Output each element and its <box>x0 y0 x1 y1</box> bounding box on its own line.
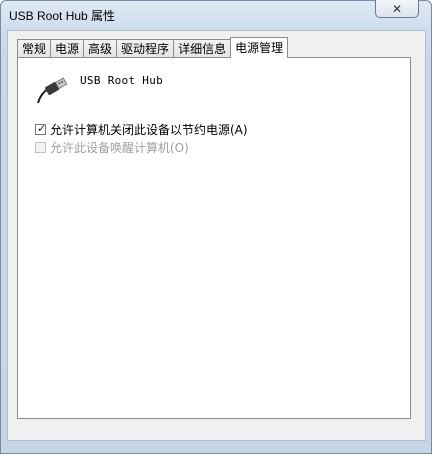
tab-details[interactable]: 详细信息 <box>173 39 232 58</box>
allow-power-off-checkbox[interactable]: ✓ <box>35 122 47 135</box>
tab-power[interactable]: 电源 <box>50 39 85 58</box>
device-name: USB Root Hub <box>80 74 164 87</box>
close-button[interactable]: ✕ <box>375 0 419 18</box>
window-title: USB Root Hub 属性 <box>9 9 116 23</box>
allow-power-off-label: 允许计算机关闭此设备以节约电源(A) <box>50 123 248 137</box>
properties-window: USB Root Hub 属性 ✕ 常规 电源 高级 驱动程序 详细信息 电源管… <box>0 0 432 454</box>
tab-advanced[interactable]: 高级 <box>83 39 118 58</box>
close-icon: ✕ <box>391 1 403 16</box>
allow-wake-option[interactable]: 允许此设备唤醒计算机(O) <box>35 139 189 156</box>
title-bar[interactable]: USB Root Hub 属性 ✕ <box>1 0 431 29</box>
tab-power-management[interactable]: 电源管理 <box>230 37 289 58</box>
allow-power-off-option[interactable]: ✓ 允许计算机关闭此设备以节约电源(A) <box>35 121 248 138</box>
tab-strip: 常规 电源 高级 驱动程序 详细信息 电源管理 <box>17 37 289 58</box>
tab-general[interactable]: 常规 <box>17 39 52 58</box>
allow-wake-checkbox[interactable] <box>35 142 46 153</box>
usb-plug-icon <box>37 77 68 104</box>
power-management-panel: USB Root Hub ✓ 允许计算机关闭此设备以节约电源(A) 允许此设备唤… <box>17 57 411 419</box>
tab-driver[interactable]: 驱动程序 <box>116 39 175 58</box>
dialog-client-area: 常规 电源 高级 驱动程序 详细信息 电源管理 USB Root Hub ✓ 允… <box>7 30 426 441</box>
allow-wake-label: 允许此设备唤醒计算机(O) <box>50 141 189 155</box>
checkmark-icon: ✓ <box>37 122 47 135</box>
